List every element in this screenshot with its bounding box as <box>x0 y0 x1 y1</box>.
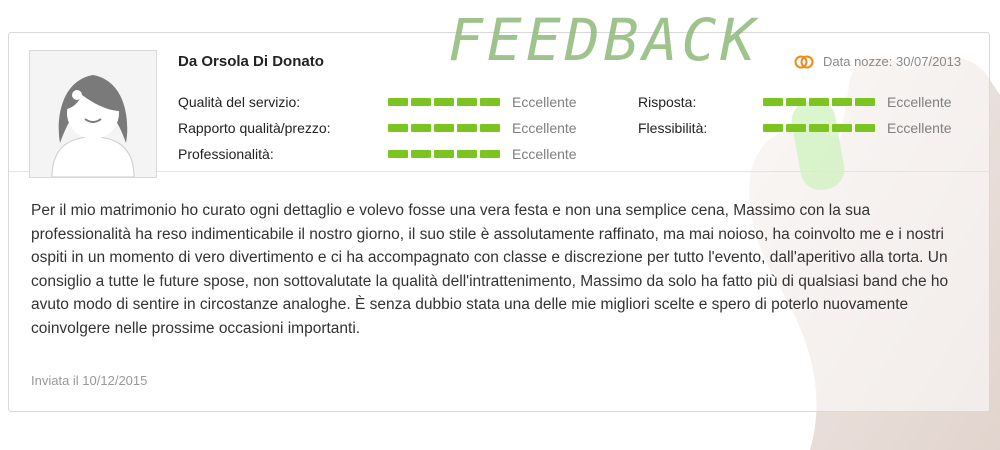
rating-label: Rapporto qualità/prezzo: <box>178 120 331 136</box>
wedding-date: Data nozze: 30/07/2013 <box>793 54 961 69</box>
wedding-date-text: Data nozze: 30/07/2013 <box>823 54 962 69</box>
rating-value: Eccellente <box>887 94 952 110</box>
female-avatar-icon <box>29 50 157 178</box>
rating-label: Flessibilità: <box>638 120 708 136</box>
rating-value: Eccellente <box>512 94 577 110</box>
rating-bars <box>763 98 883 106</box>
rating-value-for-money: Rapporto qualità/prezzo: Eccellente <box>178 120 577 136</box>
rating-label: Professionalità: <box>178 146 274 162</box>
rating-response: Risposta: Eccellente <box>638 94 952 110</box>
rating-bars <box>763 124 883 132</box>
feedback-title: FEEDBACK <box>448 6 760 74</box>
rating-service-quality: Qualità del servizio: Eccellente <box>178 94 577 110</box>
review-text: Per il mio matrimonio ho curato ogni det… <box>31 202 949 337</box>
rating-value: Eccellente <box>512 120 577 136</box>
rating-value: Eccellente <box>887 120 952 136</box>
sent-date: Inviata il 10/12/2015 <box>31 373 148 388</box>
rating-professionalism: Professionalità: Eccellente <box>178 146 577 162</box>
rating-bars <box>388 98 508 106</box>
rating-bars <box>388 124 508 132</box>
rating-label: Qualità del servizio: <box>178 94 301 110</box>
wedding-rings-icon <box>794 55 814 68</box>
rating-flexibility: Flessibilità: Eccellente <box>638 120 952 136</box>
review-card: Da Orsola Di Donato Data nozze: 30/07/20… <box>8 32 990 412</box>
rating-label: Risposta: <box>638 94 697 110</box>
rating-bars <box>388 150 508 158</box>
review-author: Da Orsola Di Donato <box>178 53 324 70</box>
rating-value: Eccellente <box>512 146 577 162</box>
